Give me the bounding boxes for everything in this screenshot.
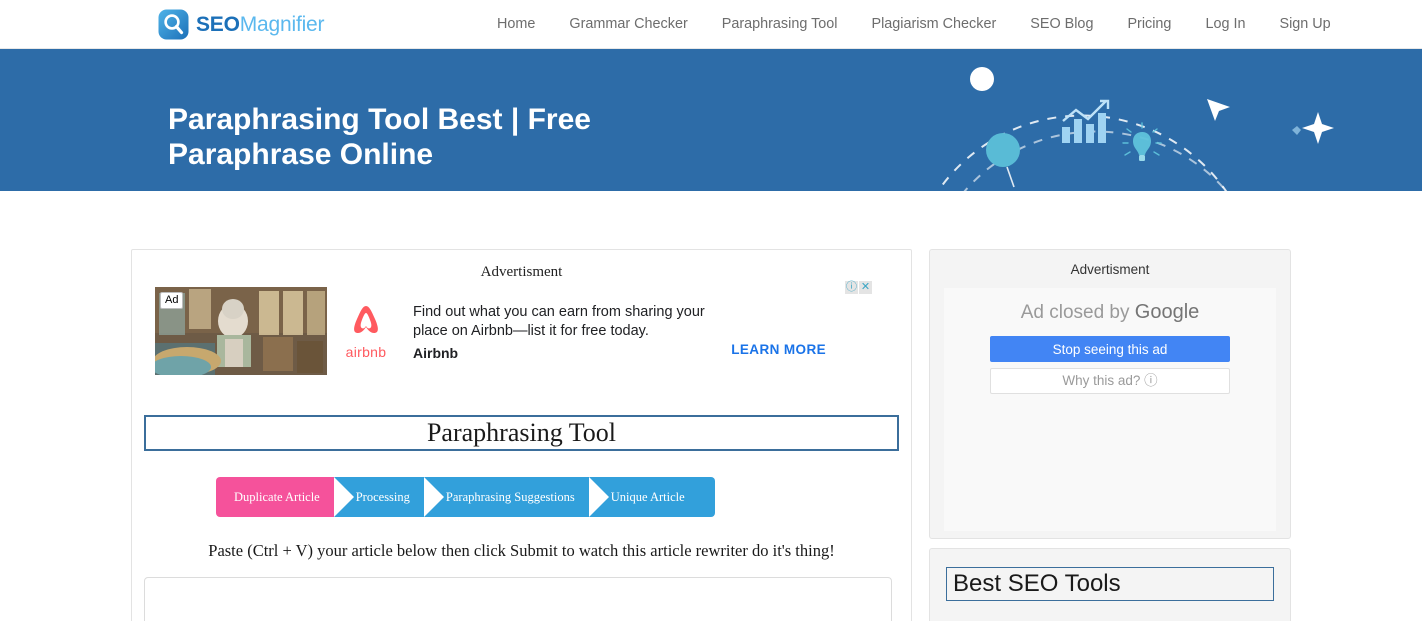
- sidebar-ad-label: Advertisment: [1070, 262, 1150, 277]
- ad-brand: airbnb: [327, 287, 405, 360]
- page-body: Advertisment Ad airbnb Find out what you…: [0, 191, 1422, 621]
- step-label: Duplicate Article: [234, 489, 320, 504]
- instruction-text: Paste (Ctrl + V) your article below then…: [208, 541, 835, 560]
- ad-close-icon[interactable]: ✕: [859, 281, 872, 294]
- stop-seeing-this-ad-button[interactable]: Stop seeing this ad: [990, 336, 1230, 362]
- ad-advertiser-name: Airbnb: [413, 345, 459, 361]
- airbnb-logo-icon: [354, 306, 378, 333]
- process-steps: Duplicate Article Processing Paraphrasin…: [216, 477, 900, 517]
- best-seo-tools-card: Best SEO Tools: [929, 548, 1291, 621]
- step-label: Paraphrasing Suggestions: [445, 489, 575, 504]
- step-notch-icon: [423, 477, 444, 517]
- google-brand-text: Google: [1134, 301, 1200, 323]
- nav-item-log-in[interactable]: Log In: [1188, 0, 1262, 49]
- why-this-ad-link[interactable]: Why this ad? ⓘ: [990, 368, 1230, 394]
- google-ad-closed-prefix: Ad closed by: [1020, 302, 1135, 323]
- logo-text-secondary: Magnifier: [239, 12, 325, 36]
- step-notch-icon: [588, 477, 609, 517]
- article-input[interactable]: [144, 577, 892, 621]
- hero-decoration-graphic: [902, 49, 1422, 191]
- magnifier-logo-icon: [158, 9, 189, 40]
- tool-title-box: Paraphrasing Tool: [144, 415, 899, 451]
- ad-creative-image[interactable]: Ad: [155, 287, 327, 375]
- step-paraphrasing-suggestions[interactable]: Paraphrasing Suggestions: [423, 477, 608, 517]
- best-seo-tools-title-box: Best SEO Tools: [946, 567, 1274, 601]
- ad-brand-name: airbnb: [345, 344, 387, 360]
- best-seo-tools-title: Best SEO Tools: [953, 570, 1121, 597]
- ad-controls: ⓘ ✕: [845, 281, 872, 294]
- logo-text-primary: SEO: [196, 12, 240, 36]
- main-advertisement[interactable]: Ad airbnb Find out what you can earn fro…: [143, 281, 900, 379]
- nav-item-sign-up[interactable]: Sign Up: [1262, 0, 1347, 49]
- nav-item-seo-blog[interactable]: SEO Blog: [1013, 0, 1110, 49]
- step-notch-icon: [333, 477, 354, 517]
- google-ad-closed-text: Ad closed by Google: [944, 300, 1276, 325]
- site-logo[interactable]: SEOMagnifier: [158, 9, 325, 40]
- sidebar-ad-card: Advertisment Ad closed by Google Stop se…: [929, 249, 1291, 539]
- google-ad-closed-panel: Ad closed by Google Stop seeing this ad …: [944, 288, 1276, 531]
- page-title: Paraphrasing Tool Best | Free Paraphrase…: [168, 103, 591, 171]
- sidebar: Advertisment Ad closed by Google Stop se…: [929, 249, 1291, 621]
- nav-item-plagiarism-checker[interactable]: Plagiarism Checker: [854, 0, 1013, 49]
- step-processing[interactable]: Processing: [333, 477, 443, 517]
- site-header: SEOMagnifier Home Grammar Checker Paraph…: [0, 0, 1422, 49]
- ad-learn-more-button[interactable]: LEARN MORE: [731, 342, 826, 357]
- ad-body: Find out what you can earn from sharing …: [405, 281, 900, 361]
- step-duplicate-article[interactable]: Duplicate Article: [216, 477, 353, 517]
- step-label: Unique Article: [610, 489, 685, 504]
- nav-item-grammar-checker[interactable]: Grammar Checker: [552, 0, 704, 49]
- step-label: Processing: [355, 489, 410, 504]
- ad-info-icon[interactable]: ⓘ: [845, 281, 858, 294]
- main-content-card: Advertisment Ad airbnb Find out what you…: [131, 249, 912, 621]
- ad-badge: Ad: [160, 292, 184, 309]
- nav-item-home[interactable]: Home: [480, 0, 552, 49]
- nav-item-paraphrasing-tool[interactable]: Paraphrasing Tool: [705, 0, 855, 49]
- hero-banner: Paraphrasing Tool Best | Free Paraphrase…: [0, 49, 1422, 191]
- main-navigation: Home Grammar Checker Paraphrasing Tool P…: [480, 0, 1348, 49]
- nav-item-pricing[interactable]: Pricing: [1110, 0, 1188, 49]
- main-ad-label: Advertisment: [480, 264, 563, 280]
- step-unique-article[interactable]: Unique Article: [588, 477, 715, 517]
- tool-title: Paraphrasing Tool: [426, 418, 617, 447]
- ad-headline: Find out what you can earn from sharing …: [413, 304, 705, 339]
